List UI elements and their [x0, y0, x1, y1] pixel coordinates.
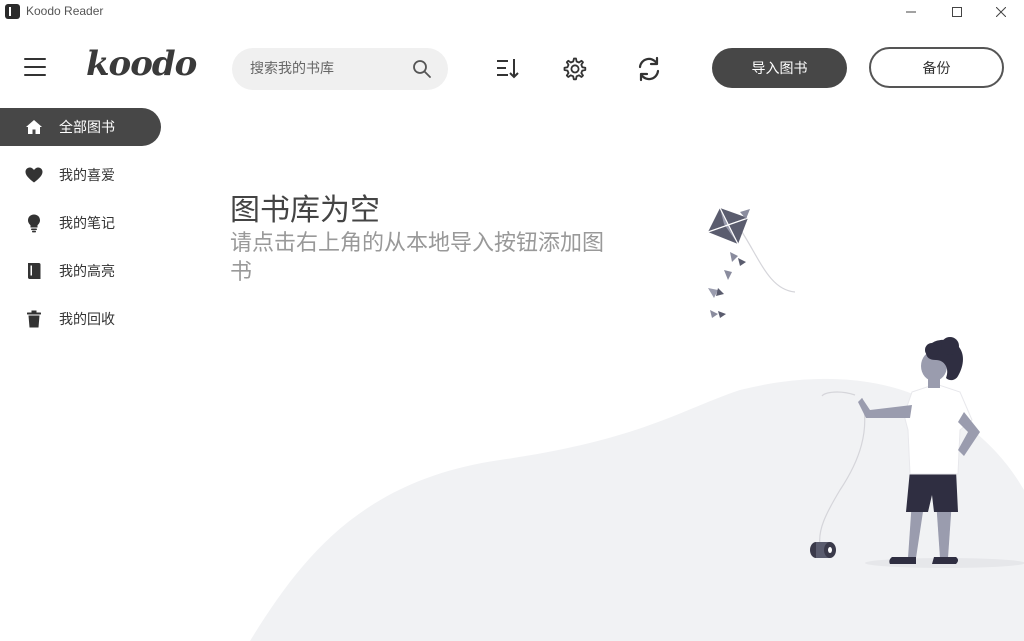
- menu-bar-top: [24, 58, 46, 60]
- empty-library-title: 图书库为空: [230, 193, 380, 228]
- sidebar-item-label: 我的回收: [59, 312, 115, 328]
- title-bar: Koodo Reader: [0, 0, 1024, 24]
- search-input[interactable]: [250, 48, 410, 90]
- app-logo: koodo: [86, 44, 197, 84]
- import-books-button[interactable]: 导入图书: [712, 48, 847, 88]
- app-icon: [5, 4, 20, 19]
- empty-library-description: 请点击右上角的从本地导入按钮添加图书: [230, 231, 605, 285]
- sidebar: 全部图书 我的喜爱 我的笔记 我的高亮 我的回收: [0, 108, 170, 348]
- close-button[interactable]: [978, 0, 1024, 24]
- sidebar-item-label: 我的高亮: [59, 264, 115, 280]
- gear-icon[interactable]: [561, 55, 589, 83]
- hamburger-menu-button[interactable]: [24, 58, 46, 78]
- sidebar-item-all-books[interactable]: 全部图书: [0, 108, 161, 146]
- sidebar-item-label: 我的喜爱: [59, 168, 115, 184]
- window-title: Koodo Reader: [26, 4, 104, 18]
- maximize-icon: [952, 7, 962, 17]
- book-icon: [24, 261, 44, 281]
- spool-icon: [810, 542, 836, 558]
- maximize-button[interactable]: [934, 0, 980, 24]
- trash-icon: [24, 309, 44, 329]
- sidebar-item-favorites[interactable]: 我的喜爱: [0, 156, 170, 194]
- sidebar-item-label: 全部图书: [59, 120, 115, 136]
- menu-bar-bottom: [24, 74, 46, 76]
- sidebar-item-highlights[interactable]: 我的高亮: [0, 252, 170, 290]
- lightbulb-icon: [24, 213, 44, 233]
- menu-bar-middle: [24, 66, 46, 68]
- sidebar-item-trash[interactable]: 我的回收: [0, 300, 170, 338]
- sidebar-item-notes[interactable]: 我的笔记: [0, 204, 170, 242]
- home-icon: [24, 117, 44, 137]
- kite-string: [741, 231, 796, 293]
- backup-button[interactable]: 备份: [869, 47, 1004, 88]
- minimize-button[interactable]: [888, 0, 934, 24]
- search-icon[interactable]: [412, 59, 432, 79]
- sort-icon[interactable]: [494, 55, 522, 83]
- heart-icon: [24, 165, 44, 185]
- sidebar-item-label: 我的笔记: [59, 216, 115, 232]
- close-icon: [996, 7, 1006, 17]
- sync-icon[interactable]: [635, 55, 663, 83]
- minimize-icon: [906, 11, 916, 13]
- kite-icon: [707, 207, 750, 318]
